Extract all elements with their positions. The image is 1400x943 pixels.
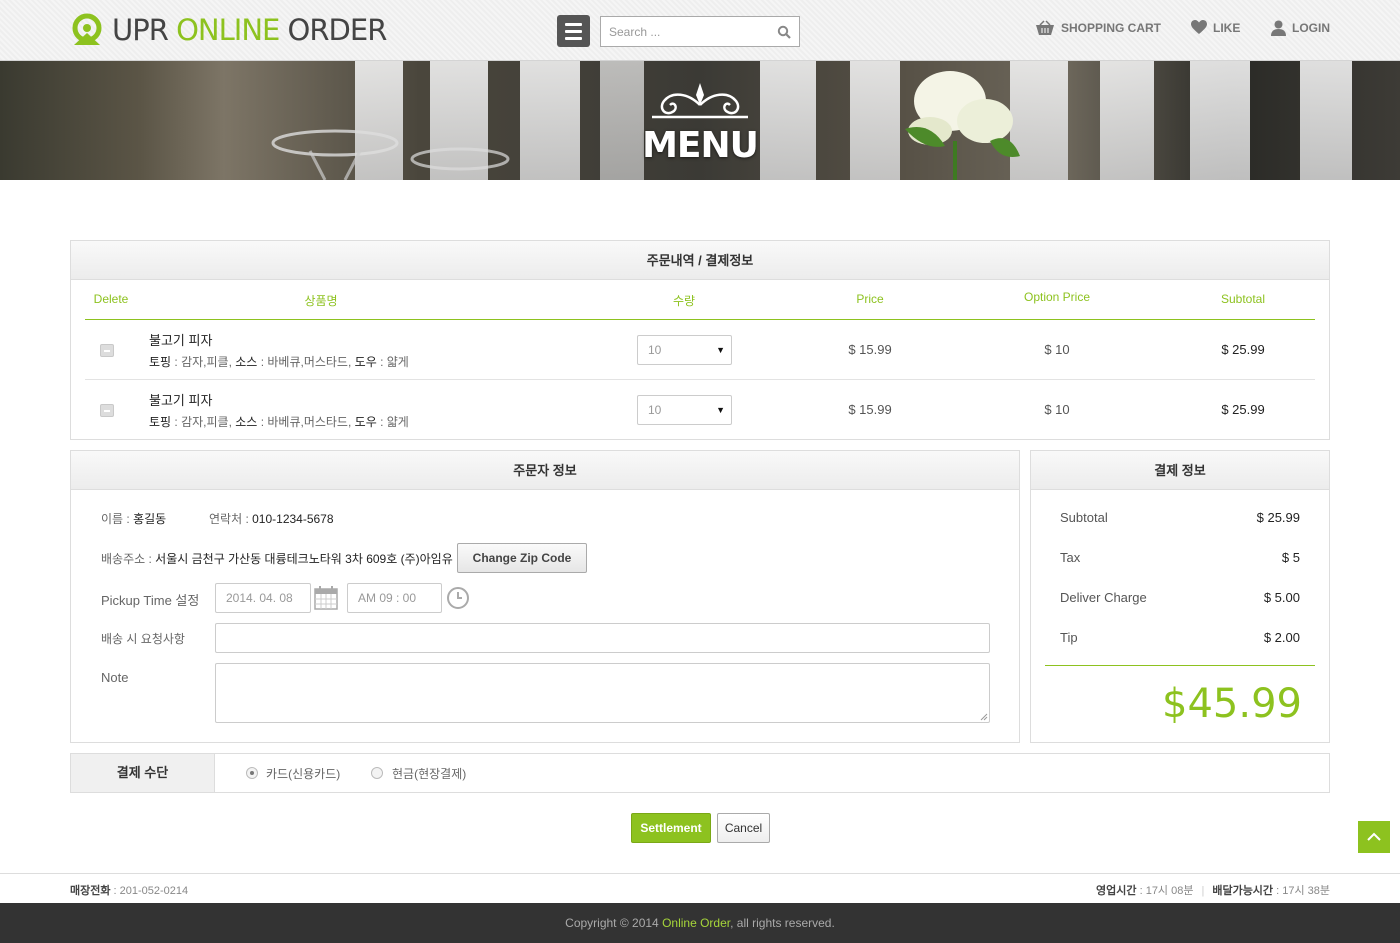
orderer-panel: 주문자 정보 이름 : 홍길동 연락처 : 010-1234-5678 배송주소… <box>70 450 1020 743</box>
pickup-date-field[interactable]: 2014. 04. 08 <box>215 583 311 613</box>
payment-panel-title: 결제 정보 <box>1031 451 1329 490</box>
payment-total: $45.99 <box>1162 681 1302 727</box>
logo-icon <box>72 13 102 45</box>
payment-method-title: 결제 수단 <box>71 754 215 792</box>
quantity-select[interactable]: 10 <box>637 335 732 365</box>
calendar-icon[interactable] <box>314 586 338 610</box>
scroll-top-button[interactable] <box>1358 821 1390 853</box>
payment-delivery-charge: Deliver Charge $ 5.00 <box>1060 590 1300 605</box>
item-subtotal: $ 25.99 <box>1221 342 1265 357</box>
footer: Copyright © 2014 Online Order, all right… <box>0 903 1400 943</box>
item-option-price: $ 10 <box>1044 342 1070 357</box>
order-panel: 주문내역 / 결제정보 Delete 상품명 수량 Price Option P… <box>70 240 1330 440</box>
change-zip-button[interactable]: Change Zip Code <box>457 543 587 573</box>
delete-item-button[interactable] <box>100 344 114 357</box>
delivery-request-label: 배송 시 요청사항 <box>101 632 185 646</box>
radio-cash-label[interactable]: 현금(현장결제) <box>392 765 466 782</box>
menu-banner: MENU <box>0 61 1400 180</box>
item-price: $ 15.99 <box>848 342 892 357</box>
item-option-price: $ 10 <box>1044 402 1070 417</box>
nav-like[interactable]: LIKE <box>1191 20 1240 35</box>
note-label: Note <box>101 670 129 685</box>
delivery-request-input[interactable] <box>215 623 990 653</box>
pickup-time-field[interactable]: AM 09 : 00 <box>347 583 442 613</box>
nav-like-label: LIKE <box>1213 20 1241 35</box>
clock-icon[interactable] <box>446 586 470 610</box>
nav-shopping-cart[interactable]: SHOPPING CART <box>1035 20 1161 36</box>
delivery-address: 배송주소 : 서울시 금천구 가산동 대륭테크노타워 3차 609호 (주)아임… <box>101 552 453 566</box>
col-delete: Delete <box>93 292 129 306</box>
search-box <box>600 16 800 47</box>
ornament-icon <box>652 83 748 119</box>
quantity-select[interactable]: 10 <box>637 395 732 425</box>
orderer-panel-title: 주문자 정보 <box>71 451 1019 490</box>
product-name: 불고기 피자 <box>149 333 213 348</box>
store-info-bar: 매장전화 : 201-052-0214 영업시간 : 17시 08분 | 배달가능시… <box>0 873 1400 903</box>
order-panel-title: 주문내역 / 결제정보 <box>71 241 1329 280</box>
note-textarea[interactable] <box>215 663 990 723</box>
radio-card-label[interactable]: 카드(신용카드) <box>266 765 340 782</box>
payment-panel: 결제 정보 Subtotal $ 25.99 Tax $ 5 Deliver Cha… <box>1030 450 1330 743</box>
col-qty: 수량 <box>672 294 696 308</box>
search-icon[interactable] <box>777 25 791 39</box>
orderer-name: 이름 : 홍길동 <box>101 512 167 526</box>
logo[interactable]: UPR ONLINE ORDER <box>70 12 387 48</box>
pickup-time-label: Pickup Time 설정 <box>101 593 200 608</box>
product-name: 불고기 피자 <box>149 393 213 408</box>
cancel-button[interactable]: Cancel <box>717 813 770 843</box>
col-price: Price <box>856 292 884 306</box>
col-option-price: Option Price <box>1023 290 1091 304</box>
user-icon <box>1271 20 1286 36</box>
payment-tax: Tax $ 5 <box>1060 550 1300 565</box>
radio-card[interactable] <box>246 767 258 779</box>
table-row: 불고기 피자 토핑 : 감자,피클, 소스 : 바베큐,머스타드, 도우 : 얇… <box>85 320 1315 380</box>
header: UPR ONLINE ORDER SHOPPING CART LIKE LOGI… <box>0 0 1400 61</box>
col-subtotal: Subtotal <box>1220 292 1266 306</box>
item-price: $ 15.99 <box>848 402 892 417</box>
radio-cash[interactable] <box>371 767 383 779</box>
item-subtotal: $ 25.99 <box>1221 402 1265 417</box>
store-hours: 영업시간 : 17시 08분 | 배달가능시간 : 17시 38분 <box>1096 885 1330 897</box>
cart-icon <box>1036 20 1054 35</box>
nav-cart-label: SHOPPING CART <box>1061 21 1162 35</box>
search-input[interactable] <box>601 17 761 46</box>
payment-tip: Tip $ 2.00 <box>1060 630 1300 645</box>
nav-login-label: LOGIN <box>1292 21 1330 35</box>
payment-method: 결제 수단 카드(신용카드) 현금(현장결제) <box>70 753 1330 793</box>
heart-icon <box>1191 20 1207 34</box>
logo-text: UPR ONLINE ORDER <box>112 13 387 47</box>
orderer-contact: 연락처 : 010-1234-5678 <box>209 512 334 526</box>
settlement-button[interactable]: Settlement <box>631 813 711 843</box>
menu-icon[interactable] <box>557 15 590 47</box>
table-row: 불고기 피자 토핑 : 감자,피클, 소스 : 바베큐,머스타드, 도우 : 얇… <box>85 380 1315 440</box>
col-product-name: 상품명 <box>304 294 338 308</box>
delete-item-button[interactable] <box>100 404 114 417</box>
banner-title: MENU <box>642 125 759 166</box>
product-options: 토핑 : 감자,피클, 소스 : 바베큐,머스타드, 도우 : 얇게 <box>149 355 409 369</box>
arrow-up-icon <box>1367 832 1381 841</box>
store-phone: 매장전화 : 201-052-0214 <box>70 885 189 897</box>
resize-handle-icon[interactable] <box>980 713 988 721</box>
product-options: 토핑 : 감자,피클, 소스 : 바베큐,머스타드, 도우 : 얇게 <box>149 415 409 429</box>
payment-subtotal: Subtotal $ 25.99 <box>1060 510 1300 525</box>
nav-login[interactable]: LOGIN <box>1271 20 1330 36</box>
